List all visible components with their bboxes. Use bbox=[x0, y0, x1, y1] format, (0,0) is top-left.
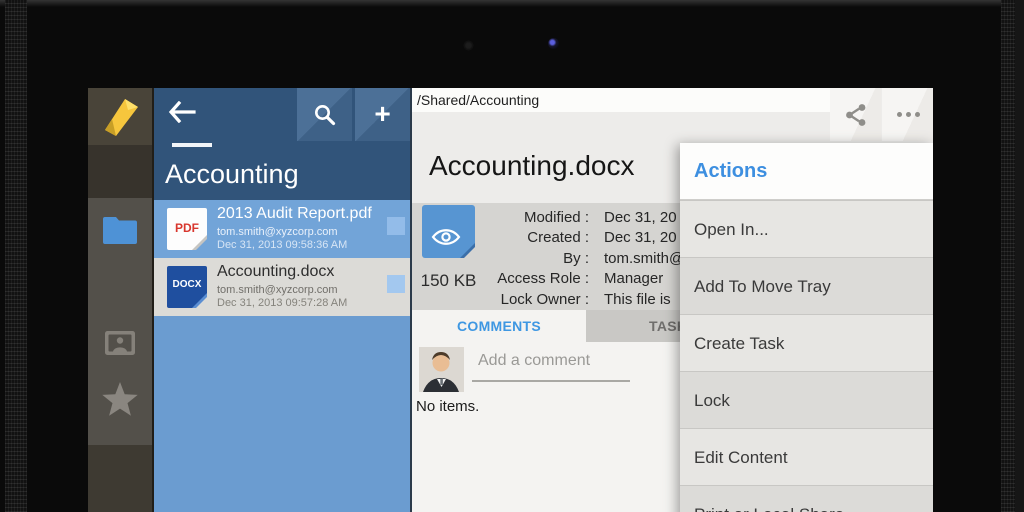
menu-item-add-to-move-tray[interactable]: Add To Move Tray bbox=[680, 257, 933, 314]
sidebar-item-logo bbox=[88, 88, 152, 145]
folder-title: Accounting bbox=[165, 159, 299, 189]
favorites-star-icon[interactable] bbox=[101, 381, 139, 423]
ellipsis-icon bbox=[894, 112, 922, 117]
bezel-right-edge bbox=[1015, 0, 1024, 512]
tablet-device: ? + bbox=[0, 0, 1024, 512]
file-date: Dec 31, 2013 09:57:28 AM bbox=[217, 297, 348, 309]
sidebar-item-folders[interactable] bbox=[88, 145, 152, 244]
file-row-pdf[interactable]: PDF 2013 Audit Report.pdf tom.smith@xyzc… bbox=[154, 200, 410, 258]
search-icon bbox=[315, 105, 336, 126]
bezel-right-texture bbox=[1001, 0, 1015, 512]
user-avatar bbox=[419, 347, 464, 392]
document-title: Accounting.docx bbox=[429, 150, 635, 181]
file-checkbox[interactable] bbox=[387, 275, 405, 293]
ambient-sensor bbox=[464, 41, 473, 50]
file-name: 2013 Audit Report.pdf bbox=[217, 205, 372, 222]
share-button[interactable] bbox=[830, 88, 881, 141]
menu-item-print-or-local-share[interactable]: Print or Local Share bbox=[680, 485, 933, 512]
plus-icon: + bbox=[374, 98, 391, 129]
breadcrumb-bar: /Shared/Accounting bbox=[412, 88, 832, 112]
bezel-top-edge bbox=[0, 0, 1024, 7]
actions-menu-title: Actions bbox=[680, 143, 933, 200]
overflow-menu-button[interactable] bbox=[882, 88, 933, 141]
actions-menu: Actions Open In... Add To Move Tray Crea… bbox=[680, 143, 933, 512]
front-camera bbox=[548, 38, 559, 49]
media-folder-icon[interactable] bbox=[104, 328, 136, 361]
file-checkbox[interactable] bbox=[387, 217, 405, 235]
empty-state-text: No items. bbox=[416, 398, 480, 415]
list-header: Accounting bbox=[154, 141, 410, 200]
menu-item-create-task[interactable]: Create Task bbox=[680, 314, 933, 371]
add-comment-input[interactable] bbox=[472, 348, 630, 382]
header-indicator bbox=[172, 143, 212, 147]
menu-item-open-in[interactable]: Open In... bbox=[680, 200, 933, 257]
app-logo-icon bbox=[99, 96, 141, 143]
app-screen: ? + bbox=[88, 88, 933, 512]
file-date: Dec 31, 2013 09:58:36 AM bbox=[217, 239, 348, 251]
sidebar: ? bbox=[88, 88, 152, 512]
back-button[interactable] bbox=[168, 100, 204, 129]
pdf-file-icon: PDF bbox=[167, 208, 207, 250]
tab-comments[interactable]: COMMENTS bbox=[412, 310, 586, 342]
detail-toolbar bbox=[830, 88, 933, 141]
file-name: Accounting.docx bbox=[217, 263, 335, 280]
docx-file-icon: DOCX bbox=[167, 266, 207, 308]
file-list-panel: + Accounting PDF 2013 Audit Report.pdf t… bbox=[152, 88, 410, 512]
bezel-left-texture bbox=[5, 0, 27, 512]
file-owner: tom.smith@xyzcorp.com bbox=[217, 284, 338, 296]
breadcrumb: /Shared/Accounting bbox=[417, 92, 540, 108]
sidebar-middle-group bbox=[88, 198, 152, 499]
sidebar-item-help[interactable]: ? bbox=[88, 445, 152, 512]
menu-item-lock[interactable]: Lock bbox=[680, 371, 933, 428]
file-owner: tom.smith@xyzcorp.com bbox=[217, 226, 338, 238]
search-button[interactable] bbox=[297, 88, 352, 141]
share-icon bbox=[846, 104, 866, 126]
list-toolbar: + bbox=[154, 88, 410, 141]
add-button[interactable]: + bbox=[355, 88, 410, 141]
file-row-docx[interactable]: DOCX Accounting.docx tom.smith@xyzcorp.c… bbox=[154, 258, 410, 316]
menu-item-edit-content[interactable]: Edit Content bbox=[680, 428, 933, 485]
